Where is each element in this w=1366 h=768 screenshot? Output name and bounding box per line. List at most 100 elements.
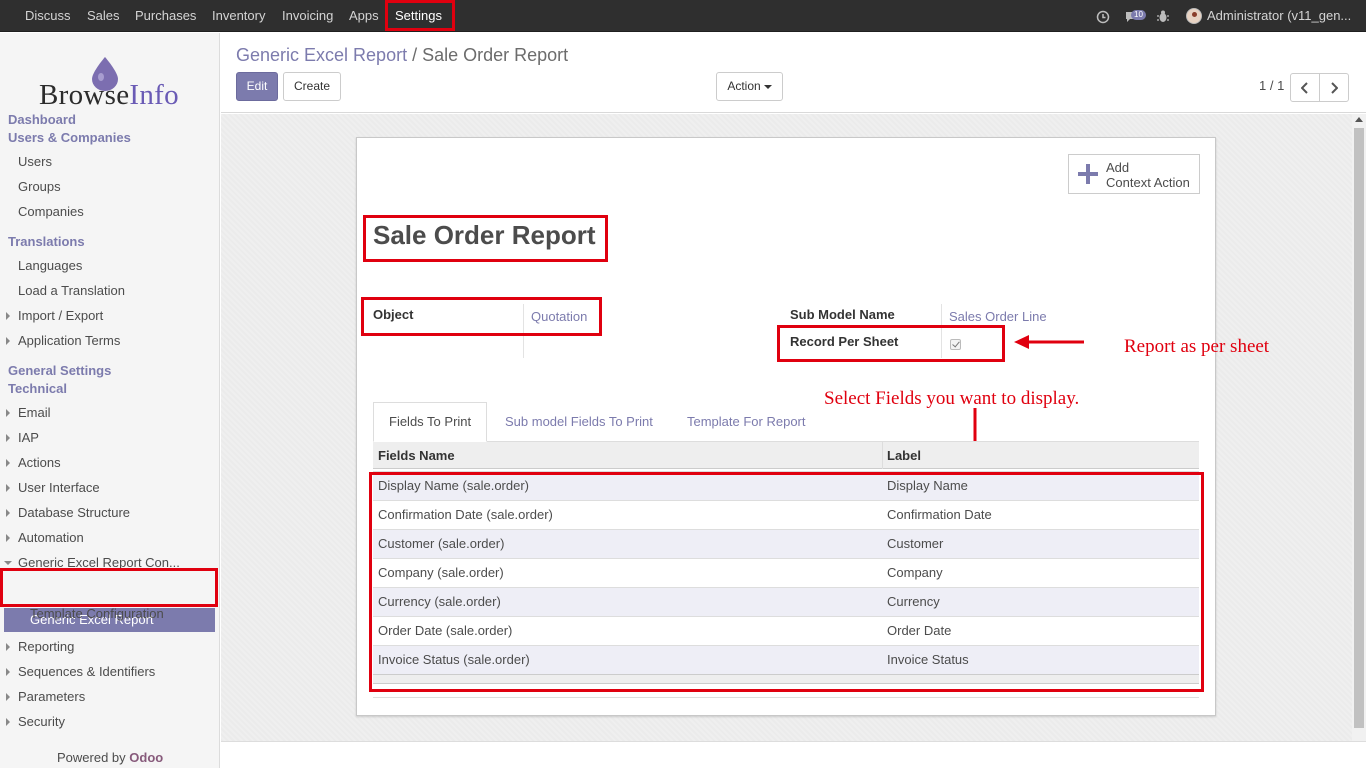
tab-sub-model-fields[interactable]: Sub model Fields To Print: [505, 414, 653, 429]
bottom-strip: [221, 741, 1366, 768]
annotation-select-fields: Select Fields you want to display.: [824, 388, 1080, 409]
user-menu[interactable]: Administrator (v11_gen...: [1207, 0, 1351, 32]
sidebar-item-template-configuration[interactable]: Template Configuration: [30, 606, 164, 621]
sidebar-technical[interactable]: Technical: [8, 381, 67, 396]
cell-field: Currency (sale.order): [378, 594, 501, 609]
table-row[interactable]: Order Date (sale.order) Order Date: [373, 616, 1199, 645]
divider: [373, 697, 1199, 698]
sidebar-translations[interactable]: Translations: [8, 234, 85, 249]
cell-label: Company: [887, 565, 943, 580]
browseinfo-logo: BrowseInfo: [39, 57, 189, 117]
menu-discuss[interactable]: Discuss: [25, 0, 71, 32]
table-row[interactable]: Confirmation Date (sale.order) Confirmati…: [373, 500, 1199, 529]
sidebar-item-generic-excel-config[interactable]: Generic Excel Report Con...: [4, 555, 180, 570]
menu-invoicing[interactable]: Invoicing: [282, 0, 333, 32]
column-separator: [882, 442, 883, 469]
sidebar-item-actions[interactable]: Actions: [6, 455, 61, 470]
activity-clock-icon[interactable]: [1096, 0, 1110, 32]
column-header-fields-name[interactable]: Fields Name: [378, 448, 455, 463]
pager-next-button[interactable]: [1319, 73, 1349, 102]
column-header-label[interactable]: Label: [887, 448, 921, 463]
sidebar-item-parameters[interactable]: Parameters: [5, 689, 85, 704]
menu-inventory[interactable]: Inventory: [212, 0, 265, 32]
field-separator: [941, 304, 942, 358]
create-button[interactable]: Create: [283, 72, 341, 101]
table-row[interactable]: Currency (sale.order) Currency: [373, 587, 1199, 616]
scroll-up-icon[interactable]: [1355, 117, 1363, 122]
menu-settings[interactable]: Settings: [395, 0, 442, 32]
sidebar-users-companies[interactable]: Users & Companies: [8, 130, 131, 145]
cell-label: Order Date: [887, 623, 952, 638]
notification-badge: 10: [1131, 10, 1146, 20]
cell-label: Confirmation Date: [887, 507, 992, 522]
odoo-link[interactable]: Odoo: [129, 750, 163, 765]
logo-text-browse: Browse: [39, 79, 130, 111]
sidebar-item-iap[interactable]: IAP: [6, 430, 39, 445]
sidebar-item-sequences[interactable]: Sequences & Identifiers: [5, 664, 155, 679]
sidebar-item-languages[interactable]: Languages: [18, 258, 82, 273]
top-menu-bar: Discuss Sales Purchases Inventory Invoic…: [0, 0, 1366, 32]
cell-field: Order Date (sale.order): [378, 623, 513, 638]
table-footer: [373, 674, 1199, 684]
control-panel: Generic Excel Report / Sale Order Report…: [221, 33, 1366, 113]
scrollbar-thumb[interactable]: [1354, 128, 1364, 728]
table-row[interactable]: Invoice Status (sale.order) Invoice Statu…: [373, 645, 1199, 674]
table-row[interactable]: Company (sale.order) Company: [373, 558, 1199, 587]
cell-label: Display Name: [887, 478, 968, 493]
breadcrumb-current: Sale Order Report: [422, 45, 569, 65]
action-dropdown[interactable]: Action: [716, 72, 783, 101]
sidebar-item-reporting[interactable]: Reporting: [5, 639, 74, 654]
edit-button[interactable]: Edit: [236, 72, 278, 101]
sidebar-item-application-terms[interactable]: Application Terms: [5, 333, 120, 348]
arrow-left-icon: [1014, 335, 1084, 349]
context-action-label-line2: Context Action: [1106, 175, 1190, 190]
menu-purchases[interactable]: Purchases: [135, 0, 196, 32]
cell-field: Display Name (sale.order): [378, 478, 529, 493]
sidebar-item-users[interactable]: Users: [18, 154, 52, 169]
tab-fields-to-print[interactable]: Fields To Print: [373, 402, 487, 442]
breadcrumb-link[interactable]: Generic Excel Report: [236, 45, 407, 65]
table-row[interactable]: Display Name (sale.order) Display Name: [373, 471, 1199, 500]
menu-apps[interactable]: Apps: [349, 0, 379, 32]
sidebar-item-automation[interactable]: Automation: [6, 530, 84, 545]
caret-down-icon: [763, 84, 772, 89]
sidebar-item-load-translation[interactable]: Load a Translation: [18, 283, 125, 298]
object-label: Object: [373, 307, 414, 322]
powered-by: Powered by Odoo: [57, 750, 163, 765]
tab-template-for-report[interactable]: Template For Report: [687, 414, 806, 429]
cell-field: Invoice Status (sale.order): [378, 652, 530, 667]
sidebar-item-database-structure[interactable]: Database Structure: [5, 505, 130, 520]
sidebar-dashboard[interactable]: Dashboard: [8, 112, 76, 127]
table-row[interactable]: Customer (sale.order) Customer: [373, 529, 1199, 558]
pager-value[interactable]: 1 / 1: [1259, 78, 1284, 93]
sidebar-item-security[interactable]: Security: [6, 714, 65, 729]
sidebar-item-import-export[interactable]: Import / Export: [5, 308, 103, 323]
highlight-generic-excel-report: [0, 568, 218, 607]
pager-previous-button[interactable]: [1290, 73, 1320, 102]
sidebar-item-email[interactable]: Email: [6, 405, 51, 420]
object-value-link[interactable]: Quotation: [531, 309, 587, 324]
breadcrumb: Generic Excel Report / Sale Order Report: [236, 45, 568, 66]
debug-bug-icon[interactable]: [1157, 0, 1169, 32]
chevron-left-icon: [1301, 82, 1308, 94]
action-label: Action: [727, 79, 761, 93]
cell-label: Customer: [887, 536, 944, 551]
add-context-action-button[interactable]: Add Context Action: [1068, 154, 1200, 194]
sidebar-general-settings[interactable]: General Settings: [8, 363, 111, 378]
breadcrumb-separator: /: [407, 45, 423, 65]
plus-icon: [1078, 164, 1098, 184]
user-avatar[interactable]: [1186, 8, 1202, 24]
sub-model-label: Sub Model Name: [790, 307, 895, 322]
cell-field: Company (sale.order): [378, 565, 504, 580]
sub-model-value-link[interactable]: Sales Order Line: [949, 309, 1047, 324]
cell-label: Invoice Status: [887, 652, 969, 667]
sidebar-item-user-interface[interactable]: User Interface: [6, 480, 100, 495]
record-per-sheet-checkbox[interactable]: [950, 339, 961, 350]
menu-sales[interactable]: Sales: [87, 0, 120, 32]
cell-field: Customer (sale.order): [378, 536, 505, 551]
scrollbar[interactable]: [1352, 114, 1366, 741]
sidebar-item-companies[interactable]: Companies: [18, 204, 84, 219]
table-header: Fields Name Label: [373, 442, 1199, 469]
sidebar-item-groups[interactable]: Groups: [18, 179, 61, 194]
chevron-right-icon: [1331, 82, 1338, 94]
